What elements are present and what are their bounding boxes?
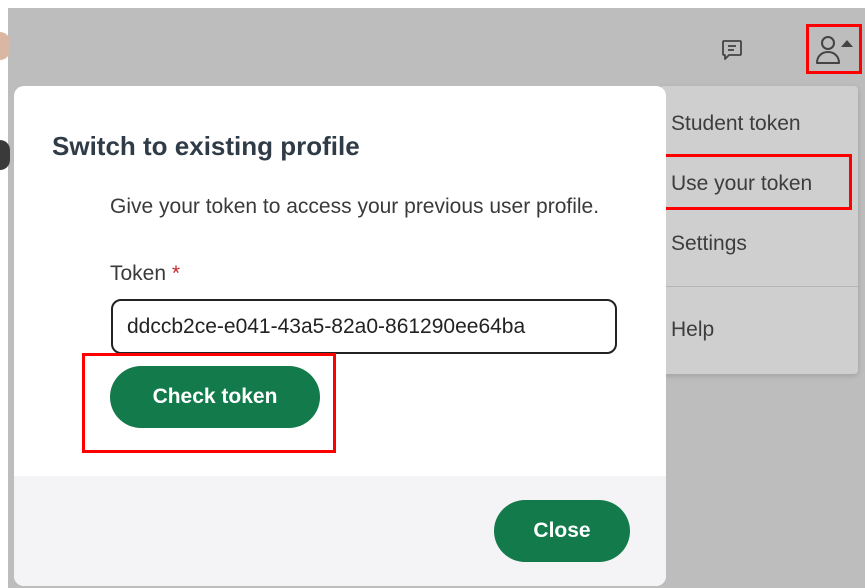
highlight-use-your-token [650,154,852,210]
highlight-account-button [806,24,862,74]
switch-profile-dialog: Switch to existing profile Give your tok… [14,86,666,586]
feedback-button[interactable] [714,34,750,66]
token-label-text: Token [110,262,167,285]
dialog-title: Switch to existing profile [52,131,360,161]
account-dropdown-menu: Student token Use your token Settings He… [660,86,858,374]
close-button[interactable]: Close [494,500,630,562]
dialog-description: Give your token to access your previous … [110,195,600,218]
required-indicator: * [171,262,181,285]
token-field-label: Token * [110,262,180,286]
menu-divider [660,286,858,287]
highlight-check-token [82,353,336,453]
menu-item-help[interactable]: Help [671,318,714,342]
feedback-icon [722,40,742,60]
menu-item-settings[interactable]: Settings [671,232,747,256]
token-input[interactable] [111,299,617,354]
menu-item-student-token[interactable]: Student token [671,112,801,136]
